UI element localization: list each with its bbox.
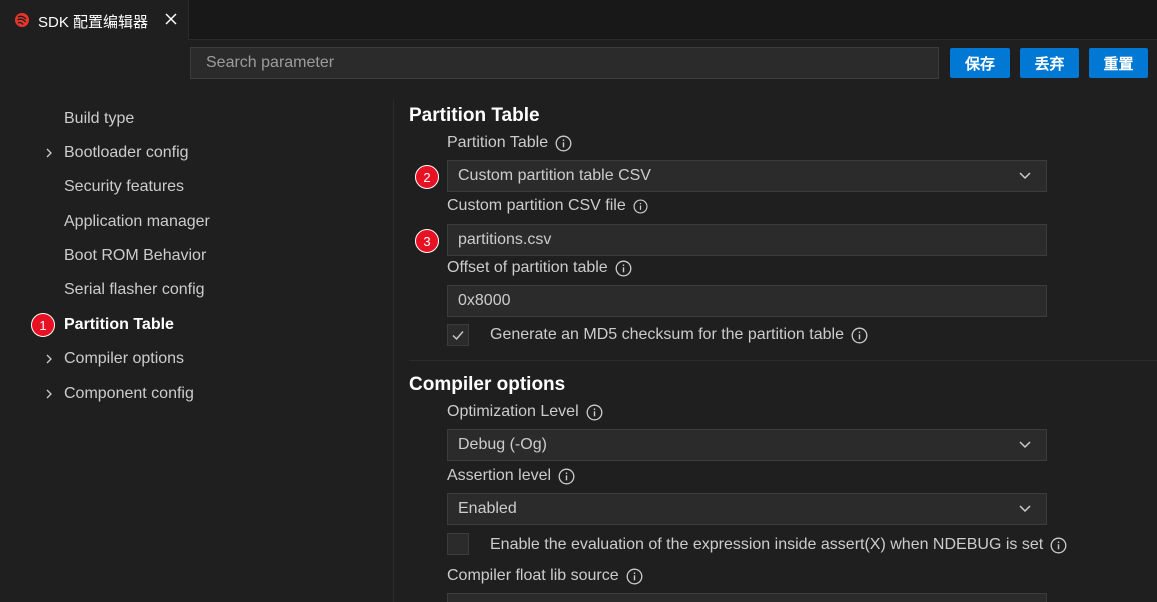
sidebar: Build type Bootloader config Security fe… <box>0 100 393 602</box>
chevron-right-icon[interactable] <box>44 388 54 400</box>
offset-input[interactable]: 0x8000 <box>447 285 1047 317</box>
chevron-right-icon[interactable] <box>44 147 54 159</box>
chevron-right-icon[interactable] <box>44 353 54 365</box>
field-label-text: Optimization Level <box>447 403 579 420</box>
info-icon[interactable] <box>586 404 603 421</box>
sidebar-item-label: Security features <box>64 178 185 195</box>
sidebar-divider <box>393 100 394 602</box>
field-label-text: Compiler float lib source <box>447 567 619 584</box>
search-input[interactable] <box>190 47 939 79</box>
custom-csv-label: Custom partition CSV file <box>447 197 648 215</box>
sidebar-item-compiler-options[interactable]: Compiler options <box>46 347 185 371</box>
info-icon[interactable] <box>558 468 575 485</box>
annotation-badge-2: 2 <box>415 165 439 189</box>
save-button[interactable]: 保存 <box>950 48 1010 78</box>
field-label-text: Assertion level <box>447 467 552 484</box>
sidebar-item-bootloader-config[interactable]: Bootloader config <box>46 141 189 165</box>
reset-button[interactable]: 重置 <box>1089 48 1148 78</box>
offset-label: Offset of partition table <box>447 259 632 277</box>
espressif-logo-icon <box>15 13 29 27</box>
input-value: partitions.csv <box>458 231 552 248</box>
optimization-level-select[interactable]: Debug (-Og) <box>447 429 1047 461</box>
info-icon[interactable] <box>633 198 648 214</box>
partition-table-label: Partition Table <box>447 134 572 152</box>
chevron-down-icon <box>1019 505 1031 513</box>
checkmark-icon <box>452 331 464 341</box>
sidebar-item-label: Partition Table <box>64 316 174 333</box>
section-title-partition-table: Partition Table <box>409 105 540 126</box>
md5-checkbox[interactable] <box>447 324 469 346</box>
sidebar-item-boot-rom-behavior[interactable]: Boot ROM Behavior <box>64 244 206 268</box>
float-lib-label: Compiler float lib source <box>447 567 643 585</box>
field-label-text: Partition Table <box>447 134 549 151</box>
sidebar-item-label: Boot ROM Behavior <box>64 247 207 264</box>
select-value: Custom partition table CSV <box>458 167 651 184</box>
chevron-down-icon <box>1019 441 1031 449</box>
assertion-level-label: Assertion level <box>447 467 575 485</box>
float-lib-select[interactable] <box>447 593 1047 602</box>
custom-csv-input[interactable]: partitions.csv <box>447 224 1047 256</box>
info-icon[interactable] <box>555 135 572 152</box>
sidebar-item-partition-table[interactable]: Partition Table <box>64 313 174 337</box>
tab-title: SDK 配置编辑器 <box>38 14 149 31</box>
sidebar-item-label: Serial flasher config <box>64 281 205 298</box>
ndebug-checkbox[interactable] <box>447 533 469 555</box>
chevron-down-icon <box>1019 172 1031 180</box>
tab-sdk-config-editor[interactable]: SDK 配置编辑器 <box>0 0 189 40</box>
sidebar-item-label: Component config <box>64 385 194 402</box>
field-label-text: Generate an MD5 checksum for the partiti… <box>490 326 844 343</box>
sidebar-item-serial-flasher-config[interactable]: Serial flasher config <box>64 278 205 302</box>
info-icon[interactable] <box>626 568 643 585</box>
discard-button[interactable]: 丢弃 <box>1020 48 1079 78</box>
ndebug-checkbox-label: Enable the evaluation of the expression … <box>490 536 1067 554</box>
partition-table-select[interactable]: Custom partition table CSV <box>447 160 1047 192</box>
tab-bar: SDK 配置编辑器 <box>0 0 1157 40</box>
info-icon[interactable] <box>851 327 868 344</box>
section-divider <box>409 360 1157 361</box>
assertion-level-select[interactable]: Enabled <box>447 493 1047 525</box>
info-icon[interactable] <box>615 260 632 277</box>
md5-checkbox-label: Generate an MD5 checksum for the partiti… <box>490 326 868 344</box>
sidebar-item-label: Compiler options <box>64 350 185 367</box>
sidebar-item-build-type[interactable]: Build type <box>64 107 134 131</box>
sidebar-item-component-config[interactable]: Component config <box>46 382 194 406</box>
input-value: 0x8000 <box>458 292 511 309</box>
optimization-level-label: Optimization Level <box>447 403 603 421</box>
sidebar-item-label: Application manager <box>64 213 210 230</box>
close-icon[interactable] <box>163 11 179 27</box>
sidebar-item-application-manager[interactable]: Application manager <box>64 210 210 234</box>
field-label-text: Enable the evaluation of the expression … <box>490 536 1044 553</box>
annotation-badge-1: 1 <box>31 313 55 337</box>
select-value: Debug (-Og) <box>458 436 547 453</box>
annotation-badge-3: 3 <box>415 229 439 253</box>
info-icon[interactable] <box>1050 537 1067 554</box>
select-value: Enabled <box>458 500 517 517</box>
sidebar-item-security-features[interactable]: Security features <box>64 175 184 199</box>
field-label-text: Offset of partition table <box>447 259 608 276</box>
sidebar-item-label: Bootloader config <box>64 144 189 161</box>
sidebar-item-label: Build type <box>64 110 135 127</box>
section-title-compiler-options: Compiler options <box>409 374 566 395</box>
field-label-text: Custom partition CSV file <box>447 197 626 214</box>
